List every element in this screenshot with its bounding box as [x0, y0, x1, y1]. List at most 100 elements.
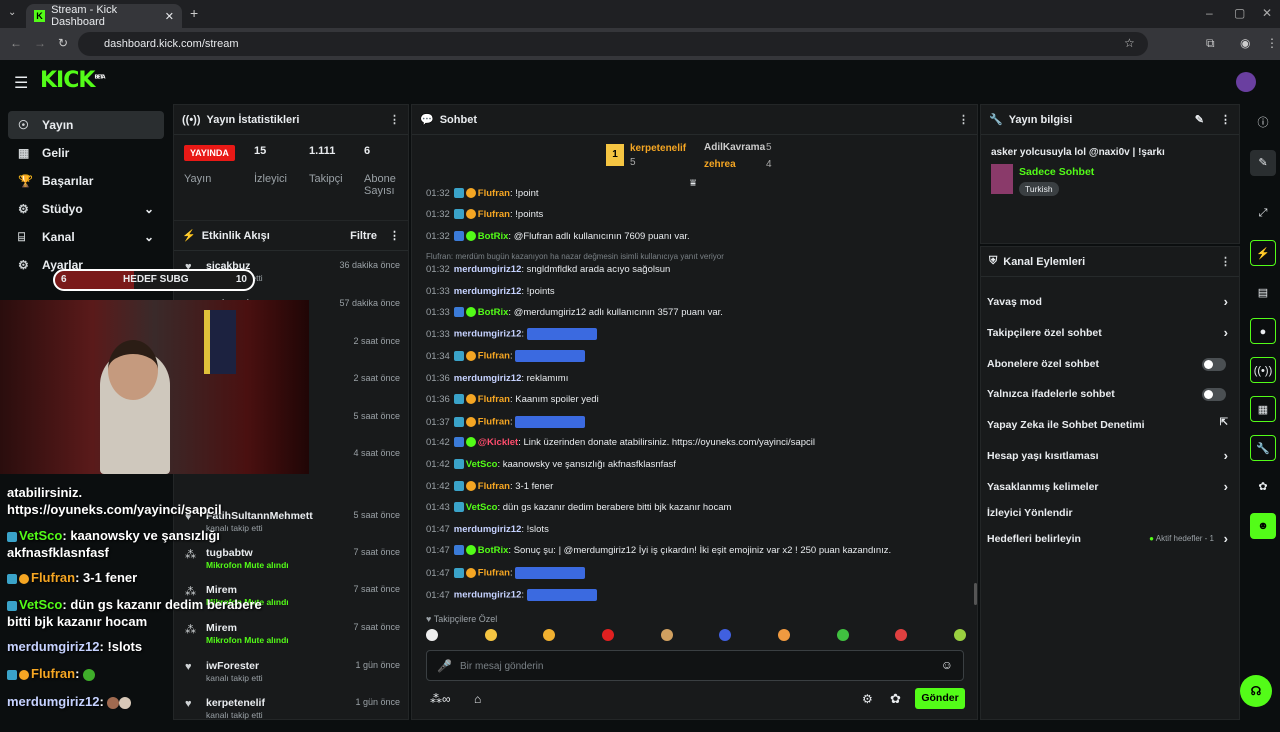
chat-menu-icon[interactable]: ⋮: [958, 113, 969, 126]
angry-emote-icon[interactable]: [895, 629, 908, 641]
collapse-icon[interactable]: ⩸: [690, 178, 696, 189]
burger-emote-icon[interactable]: [660, 629, 673, 641]
message-user[interactable]: Flufran: [478, 394, 510, 405]
ghost-emote-icon[interactable]: [426, 629, 438, 641]
message-user[interactable]: Flufran: [478, 568, 510, 579]
message-user[interactable]: Flufran: [478, 481, 510, 492]
flag-emote-icon[interactable]: [601, 629, 614, 641]
sidebar-item-4[interactable]: ⌸ Kanal ⌄: [8, 223, 164, 251]
reload-icon[interactable]: ↻: [58, 36, 68, 50]
profile-icon[interactable]: ◉: [1240, 36, 1250, 50]
message-user[interactable]: merdumgiriz12: [454, 373, 522, 384]
support-button[interactable]: ☊: [1240, 675, 1272, 707]
message-user[interactable]: merdumgiriz12: [454, 286, 522, 297]
cup-emote-icon[interactable]: [836, 629, 849, 641]
hamburger-icon[interactable]: ☰: [14, 73, 28, 93]
category-thumbnail[interactable]: [991, 164, 1013, 194]
message-user[interactable]: Flufran: [478, 417, 510, 428]
edit-icon[interactable]: ✎: [1195, 113, 1204, 126]
message-user[interactable]: @Kicklet: [478, 437, 518, 448]
channel-action[interactable]: Hedefleri belirleyin › ● Aktif hedefler - …: [987, 528, 1232, 552]
edit-rail-icon[interactable]: ✎: [1250, 150, 1276, 176]
forward-icon[interactable]: →: [34, 36, 46, 50]
kick-logo[interactable]: KICKBETA: [40, 68, 106, 93]
filter-button[interactable]: Filtre: [350, 230, 377, 242]
settings-icon[interactable]: ⚙: [862, 692, 873, 706]
user-avatar[interactable]: [1236, 72, 1256, 92]
message-user[interactable]: Flufran: [478, 209, 510, 220]
points-icon[interactable]: ⁂∞: [430, 692, 451, 706]
chevron-down-icon[interactable]: ⌄: [144, 230, 154, 244]
layout-rail-icon[interactable]: ▦: [1250, 396, 1276, 422]
thinking-emote-icon[interactable]: [777, 629, 790, 641]
grin-emote-icon[interactable]: [543, 629, 556, 641]
sidebar-item-0[interactable]: ☉ Yayın: [8, 111, 164, 139]
message-user[interactable]: VetSco: [466, 459, 498, 470]
broadcast-rail-icon[interactable]: ((•)): [1250, 357, 1276, 383]
activity-user[interactable]: FatihSultannMehmett: [206, 510, 313, 522]
message-user[interactable]: BotRix: [478, 307, 509, 318]
bot-icon[interactable]: ✿: [890, 691, 901, 707]
store-icon[interactable]: ⌂: [474, 692, 481, 706]
message-user[interactable]: Flufran: [478, 188, 510, 199]
activity-menu-icon[interactable]: ⋮: [389, 229, 400, 242]
category-link[interactable]: Sadece Sohbet: [1019, 166, 1094, 178]
send-button[interactable]: Gönder: [915, 688, 965, 709]
toggle-switch[interactable]: [1202, 358, 1226, 371]
sidebar-item-3[interactable]: ⚙ Stüdyo ⌄: [8, 195, 164, 223]
sidebar-item-1[interactable]: ▦ Gelir: [8, 139, 164, 167]
close-window-button[interactable]: ✕: [1262, 6, 1272, 20]
message-user[interactable]: merdumgiriz12: [454, 329, 522, 340]
activity-user[interactable]: Mirem: [206, 584, 237, 596]
chat-rail-icon[interactable]: ●: [1250, 318, 1276, 344]
clown-emote-icon[interactable]: [953, 629, 966, 641]
tab-close-icon[interactable]: ✕: [165, 10, 174, 23]
chat-input[interactable]: 🎤 Bir mesaj gönderin ☺: [426, 650, 964, 681]
menu-icon[interactable]: ⋮: [1266, 36, 1278, 50]
activity-user[interactable]: iwForester: [206, 660, 259, 672]
star-icon[interactable]: ☆: [1124, 36, 1135, 50]
new-tab-button[interactable]: +: [190, 5, 198, 21]
activity-user[interactable]: kerpetenelif: [206, 697, 265, 709]
message-user[interactable]: BotRix: [478, 545, 509, 556]
letters-emote-icon[interactable]: [719, 629, 732, 641]
expand-rail-icon[interactable]: ⤢: [1250, 200, 1276, 226]
stats-menu-icon[interactable]: ⋮: [389, 113, 400, 126]
actions-menu-icon[interactable]: ⋮: [1220, 255, 1231, 268]
message-user[interactable]: merdumgiriz12: [454, 524, 522, 535]
sidebar-item-2[interactable]: 🏆 Başarılar: [8, 167, 164, 195]
info-rail-icon[interactable]: ⓘ: [1250, 110, 1276, 136]
tab-search-icon[interactable]: ⌄: [8, 7, 16, 18]
message-user[interactable]: Flufran: [478, 351, 510, 362]
toggle-switch[interactable]: [1202, 388, 1226, 401]
chat-scrollbar[interactable]: [974, 583, 977, 605]
minimize-button[interactable]: –: [1206, 6, 1213, 20]
channel-action[interactable]: Hesap yaşı kısıtlaması ›: [987, 445, 1232, 469]
extension-icon[interactable]: ⧉: [1206, 36, 1215, 51]
app-rail-icon[interactable]: ☻: [1250, 513, 1276, 539]
channel-action[interactable]: Abonelere özel sohbet: [987, 353, 1232, 377]
message-user[interactable]: VetSco: [466, 502, 498, 513]
channel-action[interactable]: Yalnızca ifadelerle sohbet: [987, 383, 1232, 407]
emoji-icon[interactable]: ☺: [941, 658, 953, 672]
smile-emote-icon[interactable]: [484, 629, 497, 641]
channel-action[interactable]: Yasaklanmış kelimeler ›: [987, 476, 1232, 500]
chevron-down-icon[interactable]: ⌄: [144, 202, 154, 216]
back-icon[interactable]: ←: [10, 36, 22, 50]
activity-user[interactable]: tugbabtw: [206, 547, 253, 559]
channel-action[interactable]: Takipçilere özel sohbet ›: [987, 322, 1232, 346]
channel-action[interactable]: Yavaş mod ›: [987, 291, 1232, 315]
document-rail-icon[interactable]: ▤: [1250, 280, 1276, 306]
wrench-rail-icon[interactable]: 🔧: [1250, 435, 1276, 461]
bot-rail-icon[interactable]: ✿: [1250, 474, 1276, 500]
message-user[interactable]: merdumgiriz12: [454, 590, 522, 601]
bolt-rail-icon[interactable]: ⚡: [1250, 240, 1276, 266]
maximize-button[interactable]: ▢: [1234, 6, 1245, 20]
channel-action[interactable]: Yapay Zeka ile Sohbet Denetimi ⇱: [987, 414, 1232, 438]
message-user[interactable]: BotRix: [478, 231, 509, 242]
browser-tab[interactable]: K Stream - Kick Dashboard ✕: [26, 4, 182, 28]
channel-action[interactable]: İzleyici Yönlendir: [987, 502, 1232, 526]
url-field[interactable]: dashboard.kick.com/stream: [78, 32, 1148, 56]
message-user[interactable]: merdumgiriz12: [454, 264, 522, 275]
microphone-icon[interactable]: 🎤: [437, 659, 452, 673]
